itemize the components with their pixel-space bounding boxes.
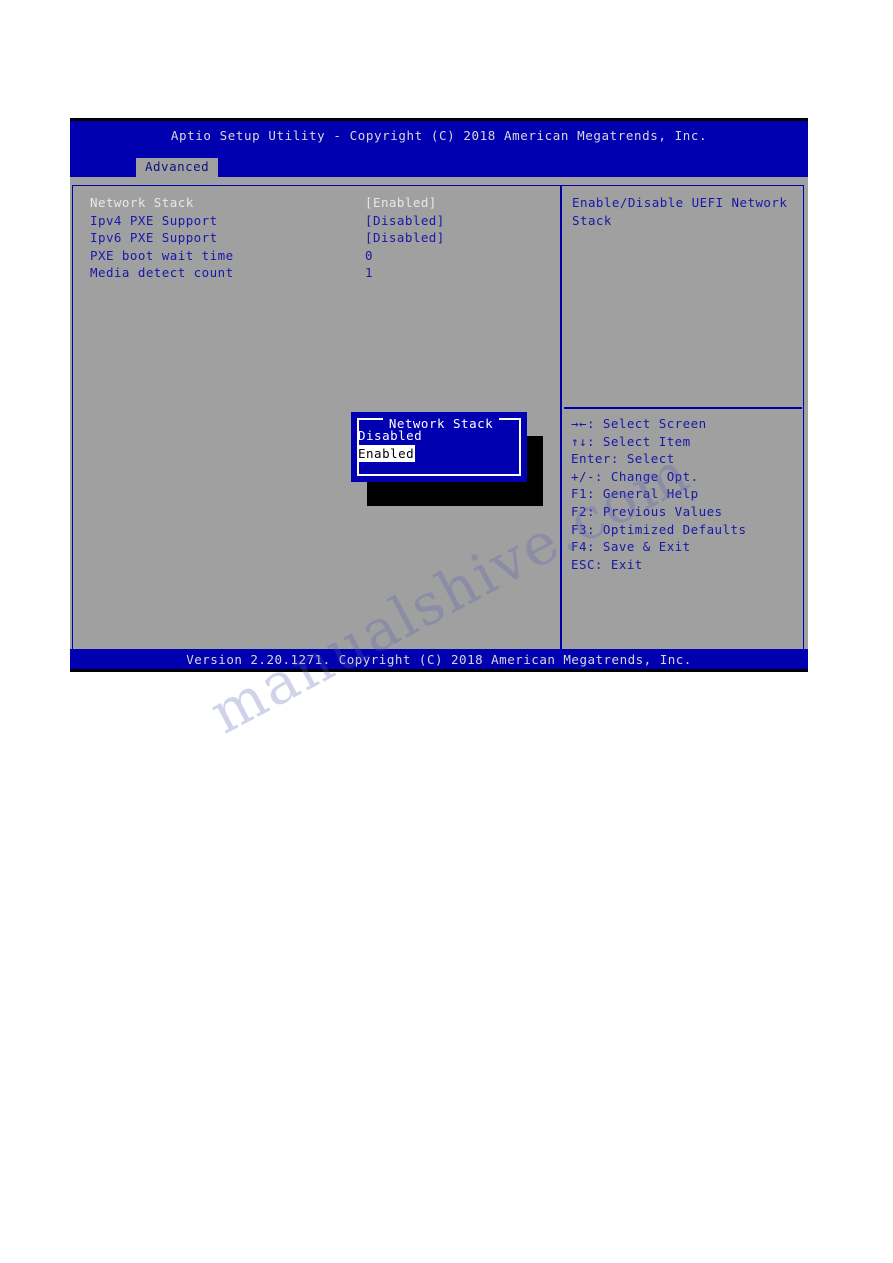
popup-option-disabled[interactable]: Disabled xyxy=(357,427,423,445)
content-area: Network Stack [Enabled] Ipv4 PXE Support… xyxy=(70,177,808,661)
key-legend-optimized-defaults: F3: Optimized Defaults xyxy=(571,521,747,537)
setting-label: PXE boot wait time xyxy=(90,247,234,263)
setting-label: Ipv6 PXE Support xyxy=(90,230,218,246)
setting-label: Network Stack xyxy=(90,195,194,210)
setting-row-pxe-boot-wait-time[interactable]: PXE boot wait time 0 xyxy=(90,247,540,265)
setting-label: Ipv4 PXE Support xyxy=(90,212,218,228)
bottom-black-border xyxy=(70,669,808,672)
setting-row-media-detect-count[interactable]: Media detect count 1 xyxy=(90,264,540,282)
help-separator xyxy=(564,407,802,409)
popup-option-enabled[interactable]: Enabled xyxy=(357,444,416,462)
setting-value[interactable]: [Disabled] xyxy=(365,212,445,230)
footer-version-text: Version 2.20.1271. Copyright (C) 2018 Am… xyxy=(186,652,692,667)
panel-divider xyxy=(560,185,562,661)
setting-row-network-stack[interactable]: Network Stack [Enabled] xyxy=(90,194,540,212)
tab-advanced[interactable]: Advanced xyxy=(136,158,219,177)
tab-bar: Advanced xyxy=(70,158,808,177)
popup-option-enabled-row[interactable]: Enabled xyxy=(357,443,507,462)
key-legend: →←: Select Screen ↑↓: Select Item Enter:… xyxy=(571,415,801,573)
key-legend-change-opt: +/-: Change Opt. xyxy=(571,468,699,484)
setting-value[interactable]: 1 xyxy=(365,264,373,282)
key-legend-select-screen: →←: Select Screen xyxy=(571,416,707,431)
key-legend-general-help: F1: General Help xyxy=(571,486,699,502)
app-title: Aptio Setup Utility - Copyright (C) 2018… xyxy=(170,128,708,143)
settings-list: Network Stack [Enabled] Ipv4 PXE Support… xyxy=(90,194,540,282)
setting-row-ipv4-pxe-support[interactable]: Ipv4 PXE Support [Disabled] xyxy=(90,212,540,230)
setting-row-ipv6-pxe-support[interactable]: Ipv6 PXE Support [Disabled] xyxy=(90,229,540,247)
key-legend-previous-values: F2: Previous Values xyxy=(571,503,723,519)
key-legend-enter-select: Enter: Select xyxy=(571,451,675,467)
setting-value[interactable]: [Enabled] xyxy=(365,194,437,212)
setting-label: Media detect count xyxy=(90,265,234,281)
popup-option-disabled-row[interactable]: Disabled xyxy=(357,425,507,443)
help-description: Enable/Disable UEFI Network Stack xyxy=(572,195,788,228)
bios-setup-screen: Aptio Setup Utility - Copyright (C) 2018… xyxy=(70,118,808,672)
title-bar: Aptio Setup Utility - Copyright (C) 2018… xyxy=(70,121,808,158)
setting-value[interactable]: [Disabled] xyxy=(365,229,445,247)
key-legend-select-item: ↑↓: Select Item xyxy=(571,433,691,449)
key-legend-save-and-exit: F4: Save & Exit xyxy=(571,539,691,555)
setting-value[interactable]: 0 xyxy=(365,247,373,265)
key-legend-esc-exit: ESC: Exit xyxy=(571,556,643,572)
footer-bar: Version 2.20.1271. Copyright (C) 2018 Am… xyxy=(70,649,808,669)
network-stack-popup: Network Stack Disabled Enabled xyxy=(351,412,527,482)
popup-option-list: Disabled Enabled xyxy=(357,425,507,462)
